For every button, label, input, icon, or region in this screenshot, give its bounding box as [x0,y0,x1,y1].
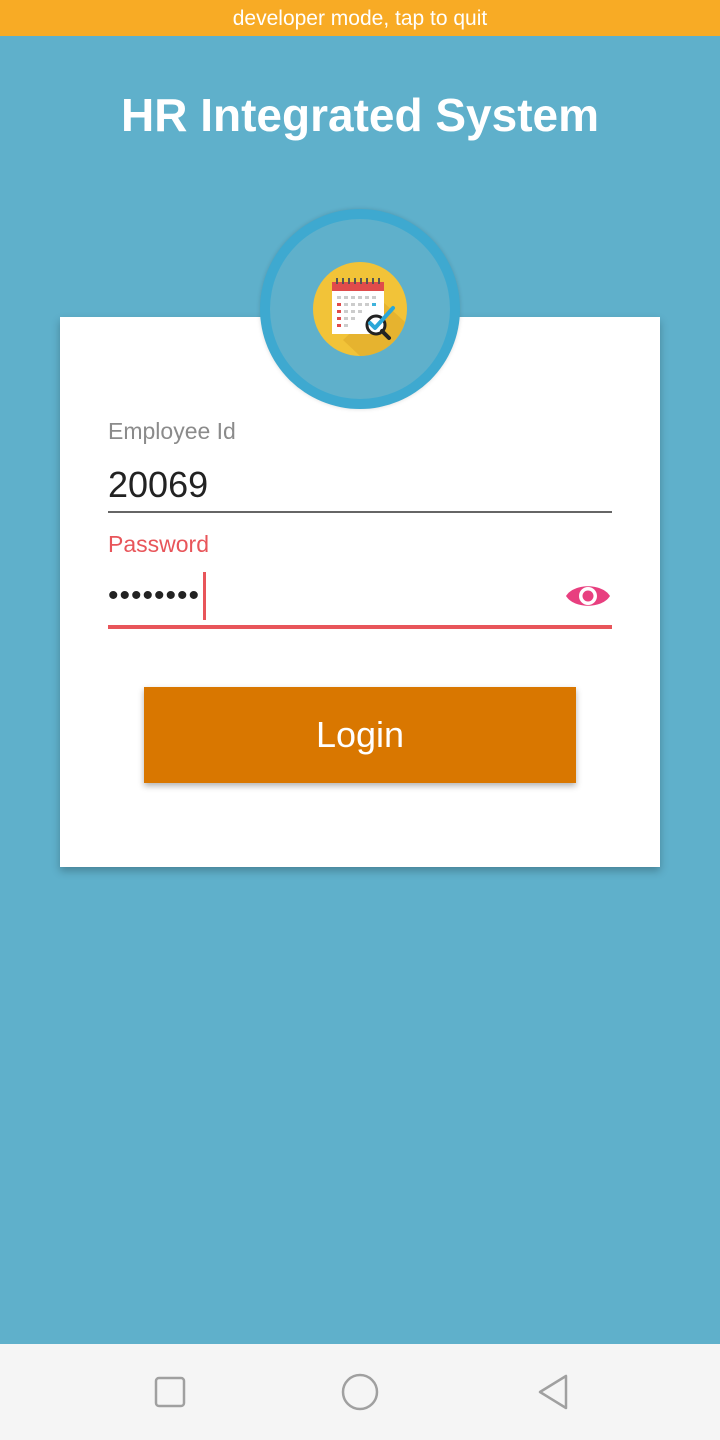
employee-id-input[interactable]: 20069 [108,463,208,507]
password-underline [108,625,612,629]
password-input[interactable]: •••••••• [108,574,200,618]
text-cursor [203,572,206,620]
app-logo [260,209,460,409]
calendar-search-icon [313,262,407,356]
system-navigation-bar [0,1344,720,1440]
triangle-back-icon[interactable] [534,1372,574,1412]
employee-id-underline [108,511,612,513]
logo-inner-circle [270,219,450,399]
password-label: Password [108,531,209,557]
login-screen: developer mode, tap to quit HR Integrate… [0,0,720,1440]
circle-home-icon[interactable] [340,1372,380,1412]
eye-icon[interactable] [564,578,612,614]
page-title: HR Integrated System [120,89,599,141]
login-button[interactable]: Login [144,687,576,783]
square-recents-icon[interactable] [150,1372,190,1412]
developer-mode-banner[interactable]: developer mode, tap to quit [0,0,720,36]
employee-id-label: Employee Id [108,418,236,444]
